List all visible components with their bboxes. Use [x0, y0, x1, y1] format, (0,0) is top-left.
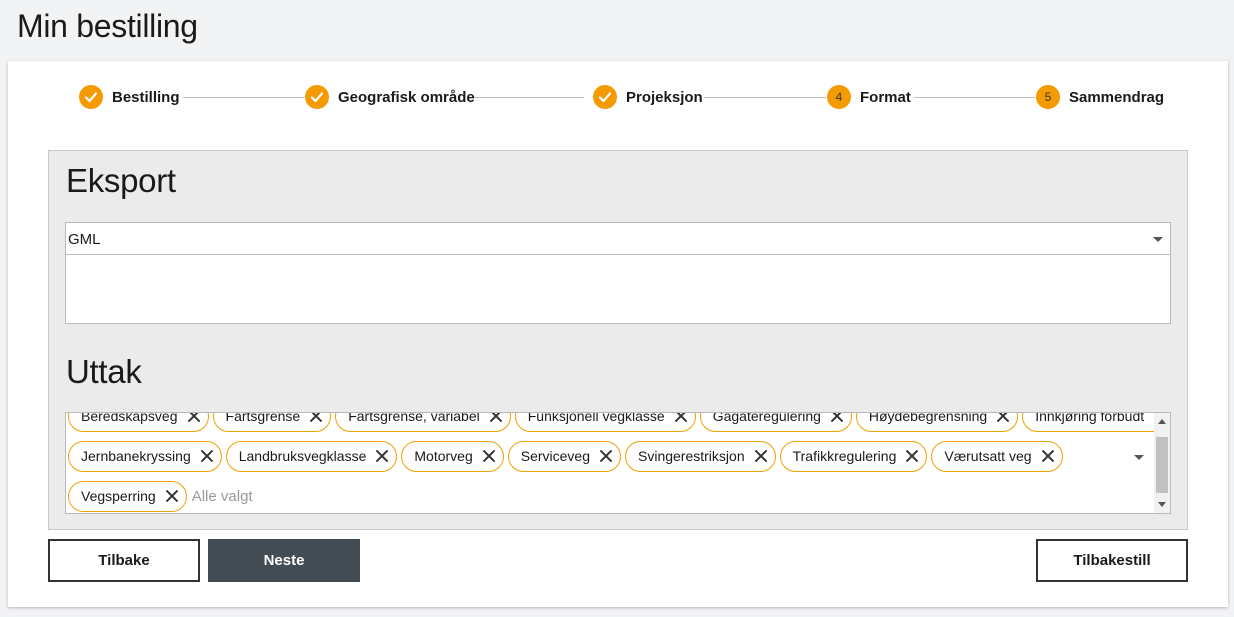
step-label: Format — [860, 88, 911, 106]
chip-trafikkregulering: Trafikkregulering — [779, 440, 928, 472]
chip-label: Innkjøring forbudt — [1035, 412, 1145, 424]
chip-label: Funksjonell vegklasse — [527, 412, 665, 424]
chip-vegsperring: Vegsperring — [68, 480, 187, 512]
export-format-value: GML — [68, 231, 101, 248]
chip-beredskapsveg: Beredskapsveg — [68, 412, 209, 432]
uttak-scrollbar[interactable] — [1154, 413, 1170, 513]
scroll-down-icon[interactable] — [1158, 502, 1166, 507]
scroll-up-icon[interactable] — [1158, 419, 1166, 424]
uttak-heading: Uttak — [66, 353, 142, 390]
chip-label: Fartsgrense, variabel — [348, 412, 480, 424]
export-format-select[interactable]: GML — [65, 222, 1171, 255]
close-icon[interactable] — [904, 448, 920, 464]
chip-hoydebegrensning: Høydebegrensning — [855, 412, 1019, 432]
chip-row: Jernbanekryssing Landbruksvegklasse Moto… — [68, 436, 1148, 476]
chip-row: Beredskapsveg Fartsgrense Fartsgrense, v… — [68, 412, 1170, 436]
close-icon[interactable] — [1040, 448, 1056, 464]
close-icon[interactable] — [829, 413, 845, 424]
close-icon[interactable] — [995, 413, 1011, 424]
chip-label: Vegsperring — [81, 488, 156, 504]
check-icon — [305, 85, 329, 109]
export-heading: Eksport — [66, 162, 176, 199]
chip-label: Beredskapsveg — [81, 412, 178, 424]
scroll-thumb[interactable] — [1156, 437, 1168, 493]
chip-funksjonell-vegklasse: Funksjonell vegklasse — [514, 412, 696, 432]
export-options-area — [65, 254, 1171, 324]
order-stepper: Bestilling Geografisk område Projeksjon … — [79, 84, 1164, 110]
step-bestilling[interactable]: Bestilling — [79, 84, 180, 110]
step-sammendrag[interactable]: 5 Sammendrag — [1036, 84, 1164, 110]
chip-svingerestriksjon: Svingerestriksjon — [625, 440, 776, 472]
chip-motorveg: Motorveg — [401, 440, 504, 472]
close-icon[interactable] — [488, 413, 504, 424]
back-button[interactable]: Tilbake — [48, 539, 200, 582]
close-icon[interactable] — [673, 413, 689, 424]
close-icon[interactable] — [199, 448, 215, 464]
chip-fartsgrense-variabel: Fartsgrense, variabel — [335, 412, 511, 432]
uttak-multiselect[interactable]: Beredskapsveg Fartsgrense Fartsgrense, v… — [65, 412, 1171, 514]
step-projeksjon[interactable]: Projeksjon — [593, 84, 703, 110]
chip-label: Landbruksvegklasse — [238, 448, 367, 464]
step-number: 5 — [1036, 85, 1060, 109]
chip-label: Serviceveg — [520, 448, 590, 464]
uttak-search-input[interactable]: Alle valgt — [192, 488, 253, 505]
step-connector — [914, 97, 1035, 98]
next-button[interactable]: Neste — [208, 539, 360, 582]
chip-label: Svingerestriksjon — [638, 448, 745, 464]
chip-list: Beredskapsveg Fartsgrense Fartsgrense, v… — [68, 412, 1170, 513]
close-icon[interactable] — [481, 448, 497, 464]
chip-label: Gagateregulering — [712, 412, 821, 424]
close-icon[interactable] — [164, 488, 180, 504]
close-icon[interactable] — [753, 448, 769, 464]
chevron-down-icon[interactable] — [1153, 237, 1163, 242]
chip-serviceveg: Serviceveg — [507, 440, 621, 472]
chip-row: Vegsperring Alle valgt — [68, 476, 1148, 513]
step-label: Bestilling — [112, 88, 180, 106]
chip-label: Høydebegrensning — [868, 412, 988, 424]
chip-jernbanekryssing: Jernbanekryssing — [68, 440, 222, 472]
chip-innkjoring-forbudt: Innkjøring forbudt — [1022, 412, 1170, 432]
format-panel: Eksport GML Uttak Beredskapsveg Fartsgre… — [48, 150, 1188, 530]
chip-label: Fartsgrense — [225, 412, 301, 424]
chip-label: Motorveg — [414, 448, 473, 464]
close-icon[interactable] — [598, 448, 614, 464]
check-icon — [593, 85, 617, 109]
chevron-down-icon[interactable] — [1134, 455, 1144, 460]
chip-vaerutsatt-veg: Værutsatt veg — [931, 440, 1063, 472]
step-connector — [470, 97, 584, 98]
step-connector — [183, 97, 304, 98]
step-label: Geografisk område — [338, 88, 475, 106]
chip-label: Jernbanekryssing — [81, 448, 191, 464]
check-icon — [79, 85, 103, 109]
close-icon[interactable] — [186, 413, 202, 424]
step-geografisk-omrade[interactable]: Geografisk område — [305, 84, 475, 110]
step-label: Projeksjon — [626, 88, 703, 106]
close-icon[interactable] — [374, 448, 390, 464]
chip-fartsgrense: Fartsgrense — [212, 412, 332, 432]
chip-landbruksvegklasse: Landbruksvegklasse — [225, 440, 398, 472]
chip-label: Trafikkregulering — [792, 448, 897, 464]
step-connector — [704, 97, 826, 98]
chip-gagateregulering: Gagateregulering — [699, 412, 852, 432]
close-icon[interactable] — [308, 413, 324, 424]
step-label: Sammendrag — [1069, 88, 1165, 106]
page-title: Min bestilling — [17, 8, 198, 44]
chip-label: Værutsatt veg — [944, 448, 1032, 464]
step-format[interactable]: 4 Format — [827, 84, 911, 110]
reset-button[interactable]: Tilbakestill — [1036, 539, 1188, 582]
step-number: 4 — [827, 85, 851, 109]
